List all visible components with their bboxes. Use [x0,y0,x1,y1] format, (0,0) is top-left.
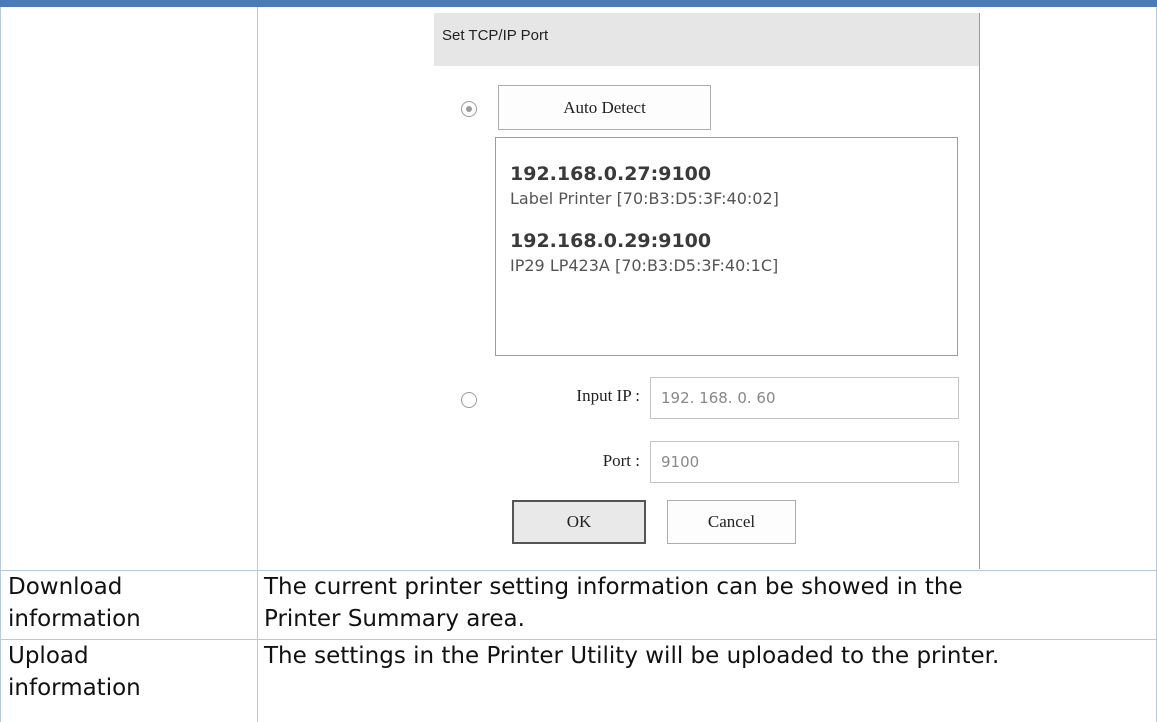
row-label-line: Download [8,574,123,600]
dialog-title-bar: Set TCP/IP Port [434,13,979,66]
set-tcpip-port-dialog: Set TCP/IP Port Auto Detect 192.168.0.27… [434,13,980,569]
table-row-divider [0,639,1157,640]
input-ip-label: Input IP : [576,386,640,405]
row-label-line: information [8,606,141,632]
row-label-line: Upload [8,643,89,669]
cancel-button[interactable]: Cancel [667,500,796,544]
table-left-border [0,7,1,722]
table-column-divider [257,7,258,722]
row-description-line: Printer Summary area. [264,606,525,632]
printer-description[interactable]: Label Printer [70:B3:D5:3F:40:02] [510,189,779,208]
table-row-divider [0,570,1157,571]
detected-printers-list[interactable]: 192.168.0.27:9100 Label Printer [70:B3:D… [495,137,958,356]
auto-detect-button[interactable]: Auto Detect [498,85,711,130]
top-rule [0,0,1157,7]
dialog-title: Set TCP/IP Port [442,27,549,44]
row-description-line: The settings in the Printer Utility will… [264,643,1000,669]
dialog-border [979,13,980,569]
auto-detect-radio[interactable] [461,101,477,117]
printer-address[interactable]: 192.168.0.29:9100 [510,230,711,252]
input-ip-field[interactable]: 192. 168. 0. 60 [650,377,959,419]
printer-description[interactable]: IP29 LP423A [70:B3:D5:3F:40:1C] [510,256,778,275]
port-field[interactable]: 9100 [650,441,959,483]
ok-button[interactable]: OK [512,500,646,544]
port-label: Port : [602,451,640,470]
input-ip-radio[interactable] [461,392,477,408]
row-description-line: The current printer setting information … [264,574,963,600]
row-label-line: information [8,675,141,701]
printer-address[interactable]: 192.168.0.27:9100 [510,163,711,185]
